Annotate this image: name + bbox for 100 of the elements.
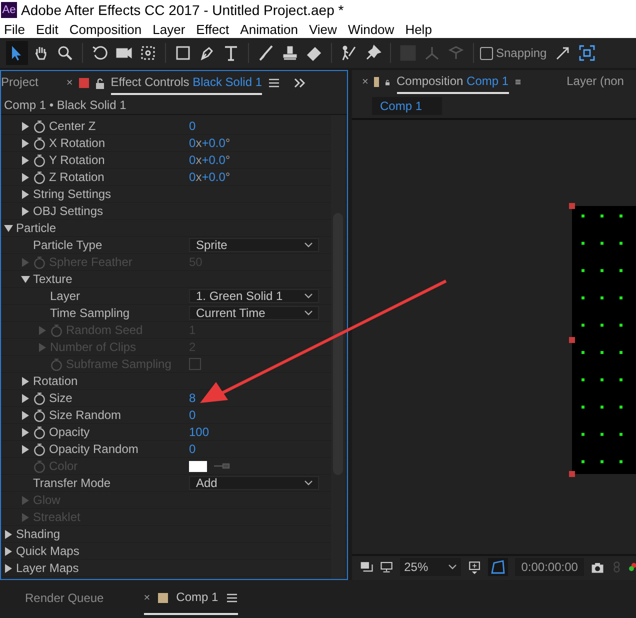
collapsed-triangle-icon[interactable] (21, 410, 30, 420)
preview-icon[interactable] (360, 560, 374, 574)
property-label: Z Rotation (49, 170, 104, 184)
panel-tab[interactable]: Layer (non (566, 70, 636, 94)
collapsed-triangle-icon[interactable] (4, 564, 13, 572)
selection-tool-icon[interactable] (6, 41, 28, 65)
property-label: Opacity (49, 425, 90, 439)
menu-item[interactable]: Effect (192, 22, 236, 36)
property-label: Transfer Mode (33, 476, 111, 490)
caret-icon (304, 242, 313, 248)
dropdown[interactable]: Add (189, 476, 319, 490)
menu-item[interactable]: Animation (236, 22, 305, 36)
property-label: Particle (16, 221, 56, 235)
property-value[interactable]: 0x+0.0° (189, 170, 230, 184)
stopwatch-icon[interactable] (33, 136, 46, 150)
property-value[interactable]: 0x+0.0° (189, 136, 230, 150)
menu-item[interactable]: Edit (32, 22, 66, 36)
menu-item[interactable]: View (304, 22, 344, 36)
comp-tab[interactable]: Comp 1 (372, 97, 442, 115)
zoom-dropdown[interactable]: 25% (400, 558, 462, 576)
dropdown[interactable]: Current Time (189, 306, 319, 320)
property-label: Opacity Random (49, 442, 138, 456)
collapsed-triangle-icon[interactable] (21, 122, 30, 130)
expanded-triangle-icon[interactable] (4, 224, 13, 232)
property-value[interactable]: 8 (189, 391, 196, 405)
collapsed-triangle-icon[interactable] (4, 530, 13, 538)
property-label: OBJ Settings (33, 204, 104, 218)
caret-icon (448, 564, 458, 570)
property-label: X Rotation (49, 136, 106, 150)
breadcrumb: Comp 1 • Black Solid 1 (4, 98, 126, 112)
property-label: Quick Maps (16, 544, 80, 558)
property-label: Y Rotation (49, 153, 105, 167)
property-label: Size Random (49, 408, 122, 422)
close-icon[interactable]: × (66, 77, 73, 89)
menu-item[interactable]: Layer (148, 22, 192, 36)
expanded-triangle-icon[interactable] (21, 274, 30, 284)
collapsed-triangle-icon[interactable] (21, 172, 30, 182)
menu-item[interactable]: File (0, 22, 32, 36)
collapsed-triangle-icon[interactable] (21, 376, 30, 386)
collapsed-triangle-icon[interactable] (21, 428, 30, 436)
menu-item[interactable]: Help (401, 22, 439, 36)
property-label: Particle Type (33, 238, 102, 252)
stopwatch-icon[interactable] (33, 426, 46, 438)
stopwatch-icon[interactable] (33, 392, 46, 404)
caret-icon (304, 310, 313, 316)
dropdown[interactable]: Sprite (189, 238, 319, 252)
dropdown[interactable]: 1. Green Solid 1 (189, 289, 319, 303)
property-value[interactable]: 0 (189, 442, 196, 456)
stopwatch-icon[interactable] (33, 170, 46, 184)
expand-icon[interactable] (578, 45, 595, 61)
property-value[interactable]: 0 (189, 119, 196, 133)
timecode-field[interactable]: 0:00:00:00 (515, 558, 584, 576)
caret-icon (304, 293, 313, 299)
property-value[interactable]: 100 (189, 425, 210, 439)
close-icon[interactable]: × (144, 592, 150, 604)
property-label: String Settings (33, 187, 112, 201)
caret-icon (304, 480, 313, 486)
property-label: Layer (50, 289, 80, 303)
property-label: Center Z (49, 119, 96, 133)
collapsed-triangle-icon[interactable] (21, 138, 30, 148)
collapsed-triangle-icon[interactable] (21, 444, 30, 454)
rgb-icon[interactable] (629, 560, 636, 574)
region-icon[interactable] (468, 559, 482, 575)
window-title: Adobe After Effects CC 2017 - Untitled Project.aep * (21, 2, 344, 18)
scrollbar-thumb[interactable] (333, 213, 343, 475)
snap-arrow-icon[interactable] (554, 45, 571, 61)
collapsed-triangle-icon[interactable] (21, 190, 30, 198)
monitor-icon[interactable] (380, 560, 394, 574)
mask-toggle-button[interactable] (488, 558, 508, 576)
panel-tab[interactable]: Project (1, 71, 50, 95)
snapping-checkbox[interactable]: Snapping (480, 46, 547, 60)
menu-icon[interactable] (514, 77, 521, 87)
collapsed-triangle-icon[interactable] (21, 206, 30, 216)
property-value[interactable]: 0 (189, 408, 196, 422)
close-icon[interactable]: × (362, 76, 368, 88)
collapsed-triangle-icon[interactable] (21, 156, 30, 164)
stopwatch-icon[interactable] (33, 408, 46, 422)
stopwatch-icon[interactable] (33, 120, 46, 132)
panel-tab[interactable]: Composition Comp 1 (396, 70, 509, 94)
panel-tab[interactable]: Comp 1 (176, 586, 218, 610)
panel-tab[interactable]: Render Queue (25, 587, 104, 611)
menu-icon[interactable] (268, 78, 280, 88)
property-label: Layer Maps (16, 561, 79, 575)
property-label: Size (49, 391, 72, 405)
double-chevron-icon[interactable] (294, 78, 306, 88)
stopwatch-icon[interactable] (33, 154, 46, 166)
property-label: Shading (16, 527, 60, 541)
collapsed-triangle-icon[interactable] (21, 394, 30, 402)
collapsed-triangle-icon[interactable] (4, 546, 13, 556)
panel-tab[interactable]: Effect Controls Black Solid 1 (110, 71, 262, 95)
camera-icon[interactable] (590, 560, 604, 574)
lock-icon[interactable] (94, 78, 105, 88)
property-label: Rotation (33, 374, 78, 388)
property-value[interactable]: 0x+0.0° (189, 153, 230, 167)
menu-item[interactable]: Window (344, 22, 402, 36)
menu-icon[interactable] (226, 593, 238, 603)
menu-item[interactable]: Composition (65, 22, 149, 36)
stopwatch-icon[interactable] (33, 442, 46, 456)
property-label: Texture (33, 272, 72, 286)
property-label: Time Sampling (50, 306, 130, 320)
